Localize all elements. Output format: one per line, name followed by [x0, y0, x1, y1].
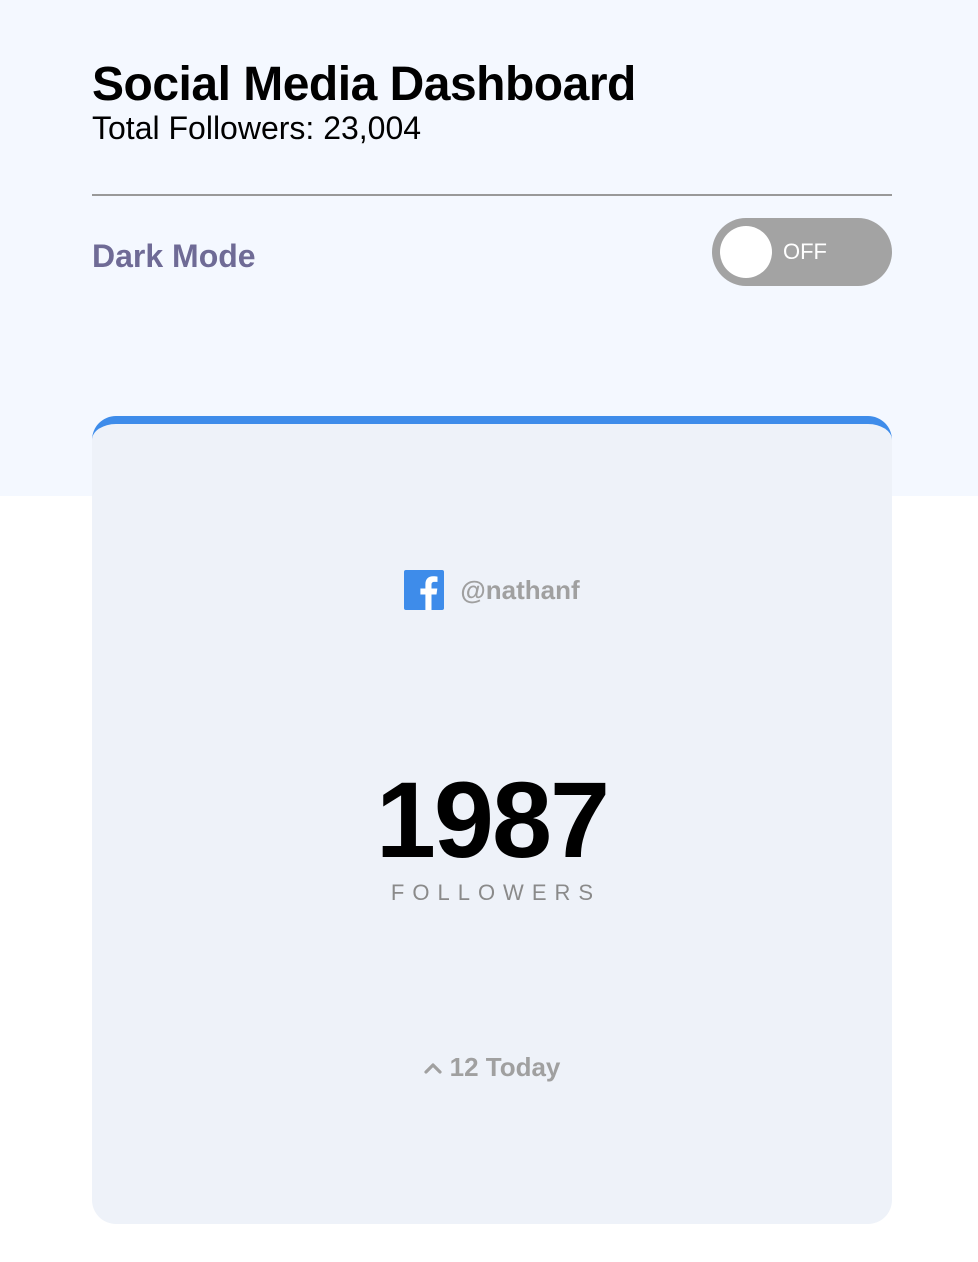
account-handle[interactable]: @nathanf: [460, 575, 579, 606]
today-change: 12 Today: [92, 1052, 892, 1083]
toggle-state-text: OFF: [783, 239, 827, 264]
card-handle-row: @nathanf: [92, 570, 892, 610]
caret-up-icon: [424, 1062, 442, 1074]
divider: [92, 194, 892, 196]
facebook-icon: [404, 570, 445, 610]
total-followers: Total Followers: 23,004: [92, 110, 422, 146]
toggle-knob: [720, 226, 772, 278]
dark-mode-toggle[interactable]: OFF: [712, 218, 892, 286]
today-change-text: 12 Today: [449, 1052, 561, 1082]
follower-count-label: FOLLOWERS: [390, 880, 602, 905]
dark-mode-label: Dark Mode: [92, 238, 256, 274]
follower-count: 1987: [375, 759, 610, 880]
facebook-followers-card[interactable]: @nathanf 1987 FOLLOWERS 12 Today: [92, 416, 892, 1224]
page-title: Social Media Dashboard: [92, 58, 636, 111]
header: Social Media Dashboard Total Followers: …: [92, 58, 892, 148]
